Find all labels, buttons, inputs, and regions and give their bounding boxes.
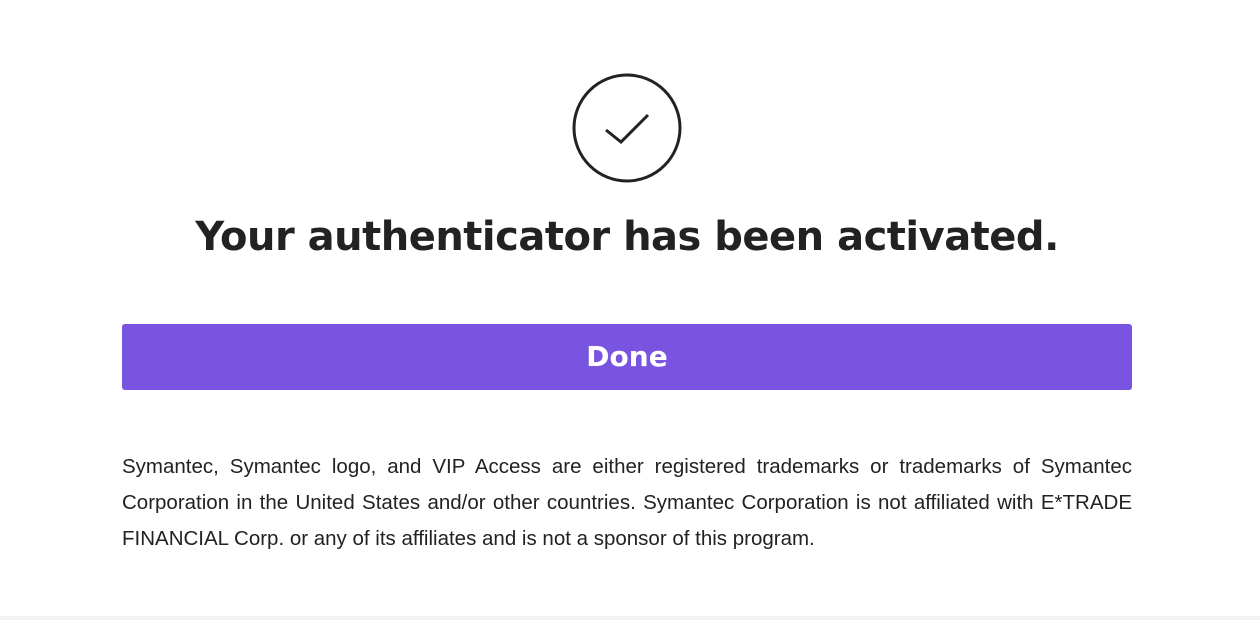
done-button[interactable]: Done <box>122 324 1132 390</box>
trademark-disclaimer: Symantec, Symantec logo, and VIP Access … <box>122 455 1132 550</box>
activation-success-page: Your authenticator has been activated. D… <box>0 0 1260 616</box>
page-title: Your authenticator has been activated. <box>195 214 1059 260</box>
checkmark-circle-icon <box>572 73 682 183</box>
